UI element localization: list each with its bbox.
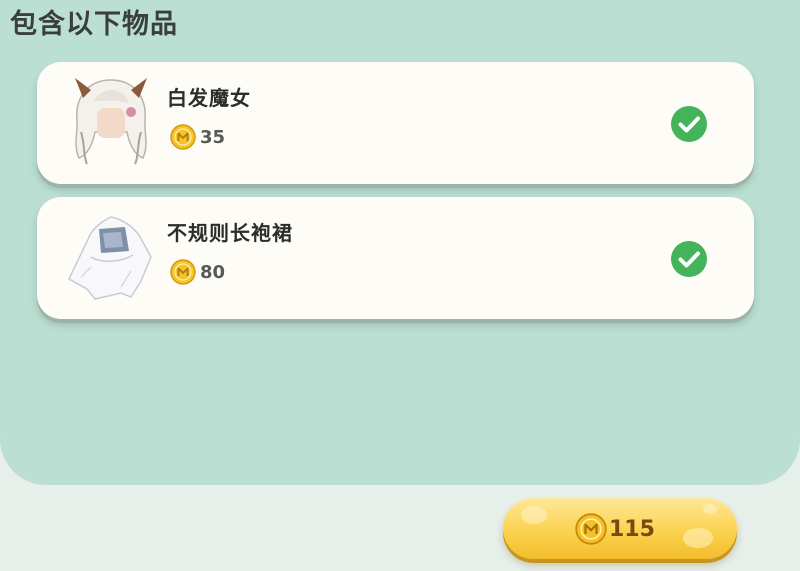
item-thumbnail-robe — [68, 216, 152, 300]
item-card-0[interactable]: 白发魔女 35 — [37, 62, 754, 184]
button-decoration — [703, 504, 717, 514]
item-price-value: 35 — [200, 126, 226, 148]
item-price-value: 80 — [200, 261, 226, 283]
total-price-value: 115 — [609, 516, 655, 542]
total-price: 115 — [575, 513, 655, 545]
purchase-total-button[interactable]: 115 — [503, 498, 737, 559]
button-decoration — [521, 506, 547, 524]
item-price: 80 — [170, 259, 225, 285]
item-name: 不规则长袍裙 — [167, 221, 293, 245]
item-card-1[interactable]: 不规则长袍裙 80 — [37, 197, 754, 319]
check-circle-icon[interactable] — [670, 240, 708, 278]
item-price: 35 — [170, 124, 225, 150]
item-name: 白发魔女 — [167, 86, 251, 110]
coin-icon — [575, 513, 607, 545]
check-circle-icon[interactable] — [670, 105, 708, 143]
coin-icon — [170, 259, 196, 285]
section-title: 包含以下物品 — [10, 9, 178, 40]
coin-icon — [170, 124, 196, 150]
item-thumbnail-hair — [75, 78, 147, 165]
button-decoration — [683, 528, 713, 548]
